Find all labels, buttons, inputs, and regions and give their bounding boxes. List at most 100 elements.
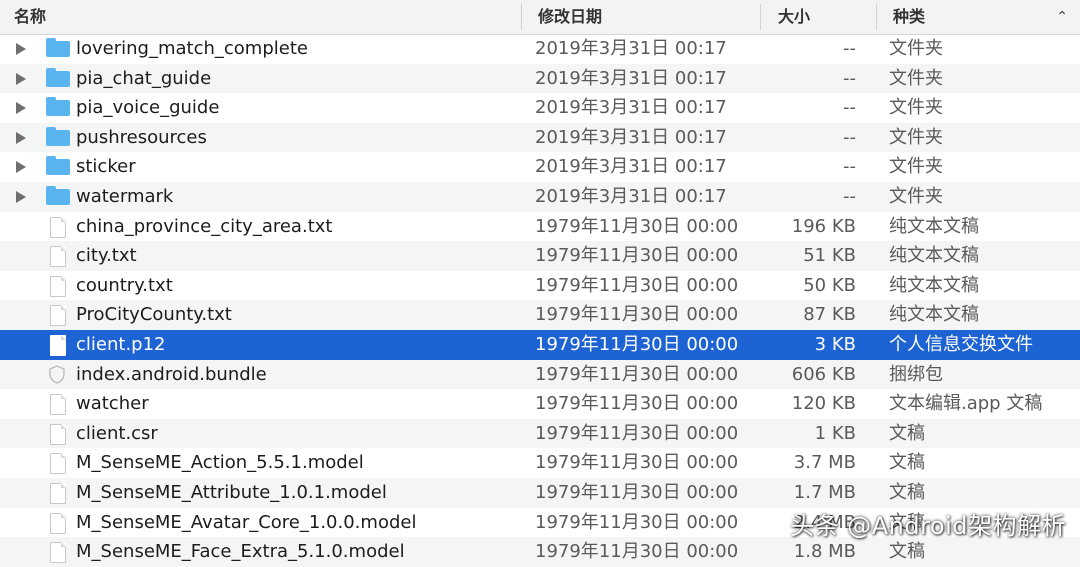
column-divider[interactable] bbox=[760, 4, 761, 30]
file-kind: 文稿 bbox=[889, 452, 925, 474]
folder-icon bbox=[46, 38, 70, 57]
modified-date: 2019年3月31日 00:17 bbox=[535, 185, 727, 207]
file-row[interactable]: watcher 1979年11月30日 00:00 120 KB 文本编辑.app 文… bbox=[0, 389, 1080, 419]
folder-row[interactable]: pia_voice_guide 2019年3月31日 00:17 -- 文件夹 bbox=[0, 93, 1080, 123]
modified-date: 2019年3月31日 00:17 bbox=[535, 156, 727, 178]
modified-date: 2019年3月31日 00:17 bbox=[535, 126, 727, 148]
file-size: -- bbox=[843, 38, 856, 59]
file-name: country.txt bbox=[76, 274, 173, 296]
file-kind: 文本编辑.app 文稿 bbox=[889, 393, 1043, 415]
modified-date: 1979年11月30日 00:00 bbox=[535, 245, 739, 267]
file-size: -- bbox=[843, 67, 856, 89]
modified-date: 1979年11月30日 00:00 bbox=[535, 511, 739, 533]
document-icon bbox=[50, 512, 66, 534]
file-row[interactable]: ProCityCounty.txt 1979年11月30日 00:00 87 KB 纯… bbox=[0, 300, 1080, 330]
column-header-name[interactable]: 名称 bbox=[14, 0, 46, 34]
folder-icon bbox=[46, 126, 70, 146]
file-size: 1.7 MB bbox=[793, 481, 856, 503]
file-kind: 文稿 bbox=[889, 422, 925, 444]
disclosure-triangle-icon[interactable] bbox=[16, 131, 26, 144]
modified-date: 1979年11月30日 00:00 bbox=[535, 333, 739, 355]
file-row[interactable]: M_SenseME_Attribute_1.0.1.model 1979年11月3… bbox=[0, 477, 1080, 508]
file-name: watcher bbox=[76, 393, 149, 415]
modified-date: 1979年11月30日 00:00 bbox=[535, 363, 739, 385]
document-icon bbox=[50, 275, 66, 297]
column-divider[interactable] bbox=[876, 4, 877, 30]
modified-date: 1979年11月30日 00:00 bbox=[535, 541, 739, 563]
column-header-kind[interactable]: 种类 bbox=[893, 0, 925, 34]
file-name: sticker bbox=[76, 156, 136, 178]
disclosure-triangle-icon[interactable] bbox=[16, 161, 26, 174]
file-size: -- bbox=[843, 156, 856, 178]
file-kind: 纯文本文稿 bbox=[889, 245, 979, 267]
disclosure-triangle-icon[interactable] bbox=[16, 190, 26, 203]
document-icon bbox=[50, 216, 66, 238]
disclosure-triangle-icon[interactable] bbox=[16, 43, 26, 55]
file-size: 120 KB bbox=[791, 393, 856, 415]
file-name: pia_chat_guide bbox=[76, 67, 212, 89]
file-name: ProCityCounty.txt bbox=[76, 304, 232, 326]
file-size: 51 KB bbox=[803, 245, 856, 267]
file-kind: 捆绑包 bbox=[889, 363, 943, 385]
modified-date: 1979年11月30日 00:00 bbox=[535, 304, 739, 326]
column-header-size[interactable]: 大小 bbox=[778, 0, 810, 34]
file-size: 196 KB bbox=[791, 215, 856, 237]
file-name: client.p12 bbox=[76, 333, 166, 355]
file-size: 50 KB bbox=[803, 274, 856, 296]
chevron-up-icon[interactable]: ⌃ bbox=[1056, 0, 1068, 34]
file-row[interactable]: M_SenseME_Action_5.5.1.model 1979年11月30日 … bbox=[0, 448, 1080, 478]
file-name: china_province_city_area.txt bbox=[76, 215, 333, 237]
document-icon bbox=[50, 394, 66, 416]
file-name: M_SenseME_Action_5.5.1.model bbox=[76, 452, 364, 474]
document-icon bbox=[50, 482, 66, 504]
modified-date: 1979年11月30日 00:00 bbox=[535, 274, 739, 296]
file-size: -- bbox=[843, 126, 856, 148]
file-kind: 纯文本文稿 bbox=[889, 304, 979, 326]
modified-date: 1979年11月30日 00:00 bbox=[535, 422, 739, 444]
folder-row[interactable]: watermark 2019年3月31日 00:17 -- 文件夹 bbox=[0, 181, 1080, 212]
modified-date: 2019年3月31日 00:17 bbox=[535, 67, 727, 89]
file-size: 606 KB bbox=[791, 363, 856, 385]
modified-date: 1979年11月30日 00:00 bbox=[535, 215, 739, 237]
file-row[interactable]: index.android.bundle 1979年11月30日 00:00 606… bbox=[0, 359, 1080, 390]
file-name: pushresources bbox=[76, 126, 207, 148]
modified-date: 1979年11月30日 00:00 bbox=[535, 452, 739, 474]
disclosure-triangle-icon[interactable] bbox=[16, 72, 26, 85]
file-kind: 文件夹 bbox=[889, 38, 943, 59]
file-row[interactable]: city.txt 1979年11月30日 00:00 51 KB 纯文本文稿 bbox=[0, 241, 1080, 271]
folder-row[interactable]: lovering_match_complete 2019年3月31日 00:17 -… bbox=[0, 34, 1080, 64]
document-icon bbox=[50, 423, 66, 445]
file-row[interactable]: client.csr 1979年11月30日 00:00 1 KB 文稿 bbox=[0, 418, 1080, 449]
file-name: city.txt bbox=[76, 245, 137, 267]
file-row[interactable]: client.p12 1979年11月30日 00:00 3 KB 个人信息交换文件 bbox=[0, 329, 1080, 360]
file-size: 3 KB bbox=[814, 333, 856, 355]
folder-row[interactable]: pia_chat_guide 2019年3月31日 00:17 -- 文件夹 bbox=[0, 63, 1080, 94]
file-size: -- bbox=[843, 97, 856, 119]
modified-date: 2019年3月31日 00:17 bbox=[535, 97, 727, 119]
folder-row[interactable]: sticker 2019年3月31日 00:17 -- 文件夹 bbox=[0, 152, 1080, 182]
file-name: pia_voice_guide bbox=[76, 97, 220, 119]
document-icon bbox=[50, 542, 66, 564]
bundle-icon bbox=[49, 364, 65, 384]
column-header-date[interactable]: 修改日期 bbox=[538, 0, 602, 34]
file-row[interactable]: china_province_city_area.txt 1979年11月30日 … bbox=[0, 212, 1080, 242]
document-icon bbox=[50, 453, 66, 475]
watermark: 头条 @Android架构解析 bbox=[790, 512, 1066, 540]
column-header-bar: 名称 修改日期 大小 种类 ⌃ bbox=[0, 0, 1080, 35]
column-divider[interactable] bbox=[521, 4, 522, 30]
file-size: 1 KB bbox=[814, 422, 856, 444]
file-name: lovering_match_complete bbox=[76, 38, 308, 59]
modified-date: 2019年3月31日 00:17 bbox=[535, 38, 727, 59]
file-name: M_SenseME_Avatar_Core_1.0.0.model bbox=[76, 511, 417, 533]
file-kind: 文件夹 bbox=[889, 67, 943, 89]
file-name: M_SenseME_Attribute_1.0.1.model bbox=[76, 481, 387, 503]
modified-date: 1979年11月30日 00:00 bbox=[535, 393, 739, 415]
file-kind: 文件夹 bbox=[889, 97, 943, 119]
file-kind: 纯文本文稿 bbox=[889, 274, 979, 296]
file-row[interactable]: country.txt 1979年11月30日 00:00 50 KB 纯文本文稿 bbox=[0, 271, 1080, 301]
folder-icon bbox=[46, 185, 70, 205]
folder-icon bbox=[46, 97, 70, 117]
folder-row[interactable]: pushresources 2019年3月31日 00:17 -- 文件夹 bbox=[0, 122, 1080, 153]
disclosure-triangle-icon[interactable] bbox=[16, 102, 26, 115]
document-icon bbox=[50, 334, 66, 356]
